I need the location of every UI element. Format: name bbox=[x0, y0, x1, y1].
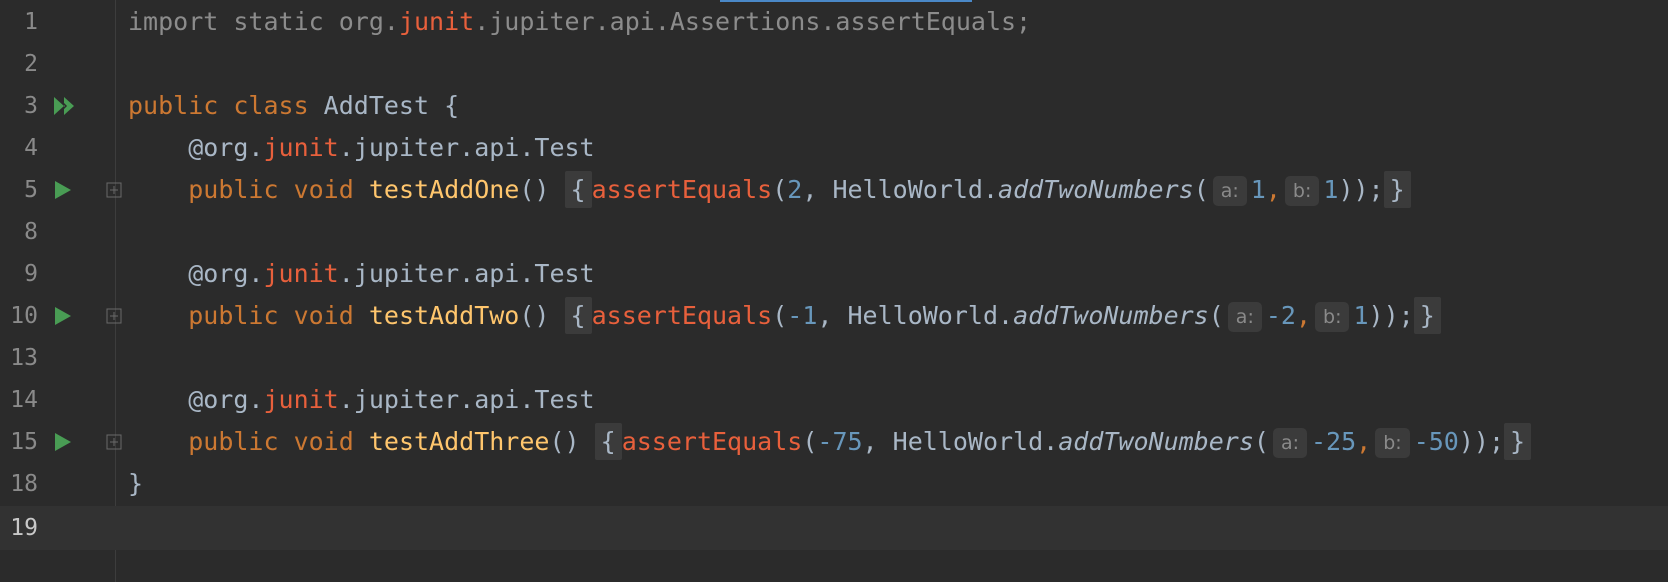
code-text: @org.junit.jupiter.api.Test bbox=[128, 259, 595, 288]
run-all-tests-icon[interactable] bbox=[53, 84, 79, 128]
folded-brace: } bbox=[1383, 171, 1411, 208]
run-test-icon[interactable] bbox=[53, 294, 79, 338]
line-number: 4 bbox=[24, 135, 38, 161]
code-line[interactable]: 2 bbox=[0, 42, 1668, 86]
code-line[interactable]: 5 public void testAddOne() {assertEquals… bbox=[0, 168, 1668, 212]
parameter-hint: a: bbox=[1212, 176, 1247, 206]
code-text: public class AddTest { bbox=[128, 91, 460, 120]
code-line[interactable]: 13 bbox=[0, 336, 1668, 380]
run-test-icon[interactable] bbox=[53, 420, 79, 464]
code-line[interactable]: 3 public class AddTest { bbox=[0, 84, 1668, 128]
run-test-icon[interactable] bbox=[53, 168, 79, 212]
folded-brace: { bbox=[564, 297, 592, 334]
parameter-hint: b: bbox=[1315, 302, 1350, 332]
line-number: 9 bbox=[24, 261, 38, 287]
code-line[interactable]: 10 public void testAddTwo() {assertEqual… bbox=[0, 294, 1668, 338]
folded-brace: } bbox=[1504, 423, 1532, 460]
folded-brace: } bbox=[1413, 297, 1441, 334]
code-text: } bbox=[128, 469, 144, 498]
code-text: public void testAddTwo() {assertEquals(-… bbox=[128, 294, 1441, 338]
fold-icon[interactable] bbox=[106, 420, 122, 464]
code-line[interactable]: 14 @org.junit.jupiter.api.Test bbox=[0, 378, 1668, 422]
code-line[interactable]: 9 @org.junit.jupiter.api.Test bbox=[0, 252, 1668, 296]
line-number: 8 bbox=[24, 219, 38, 245]
code-text: @org.junit.jupiter.api.Test bbox=[128, 385, 595, 414]
line-number: 19 bbox=[10, 515, 38, 541]
code-text: public void testAddThree() {assertEquals… bbox=[128, 420, 1532, 464]
line-number: 2 bbox=[24, 51, 38, 77]
line-number: 5 bbox=[24, 177, 38, 203]
line-number: 10 bbox=[10, 303, 38, 329]
parameter-hint: a: bbox=[1227, 302, 1262, 332]
line-number: 14 bbox=[10, 387, 38, 413]
fold-icon[interactable] bbox=[106, 168, 122, 212]
fold-icon[interactable] bbox=[106, 294, 122, 338]
parameter-hint: a: bbox=[1272, 428, 1307, 458]
code-line[interactable]: 1 import static org.junit.jupiter.api.As… bbox=[0, 0, 1668, 44]
code-line[interactable]: 18 } bbox=[0, 462, 1668, 506]
line-number: 3 bbox=[24, 93, 38, 119]
code-line[interactable]: 15 public void testAddThree() {assertEqu… bbox=[0, 420, 1668, 464]
folded-brace: { bbox=[564, 171, 592, 208]
code-text: @org.junit.jupiter.api.Test bbox=[128, 133, 595, 162]
current-code-line[interactable]: 19 bbox=[0, 506, 1668, 550]
code-editor[interactable]: 1 import static org.junit.jupiter.api.As… bbox=[0, 0, 1668, 582]
code-text: import static org.junit.jupiter.api.Asse… bbox=[128, 7, 1032, 36]
line-number: 18 bbox=[10, 471, 38, 497]
code-text: public void testAddOne() {assertEquals(2… bbox=[128, 168, 1411, 212]
code-line[interactable]: 4 @org.junit.jupiter.api.Test bbox=[0, 126, 1668, 170]
code-line[interactable]: 8 bbox=[0, 210, 1668, 254]
parameter-hint: b: bbox=[1375, 428, 1410, 458]
line-number: 15 bbox=[10, 429, 38, 455]
parameter-hint: b: bbox=[1284, 176, 1320, 206]
line-number: 1 bbox=[24, 9, 38, 35]
folded-brace: { bbox=[594, 423, 622, 460]
line-number: 13 bbox=[10, 345, 38, 371]
